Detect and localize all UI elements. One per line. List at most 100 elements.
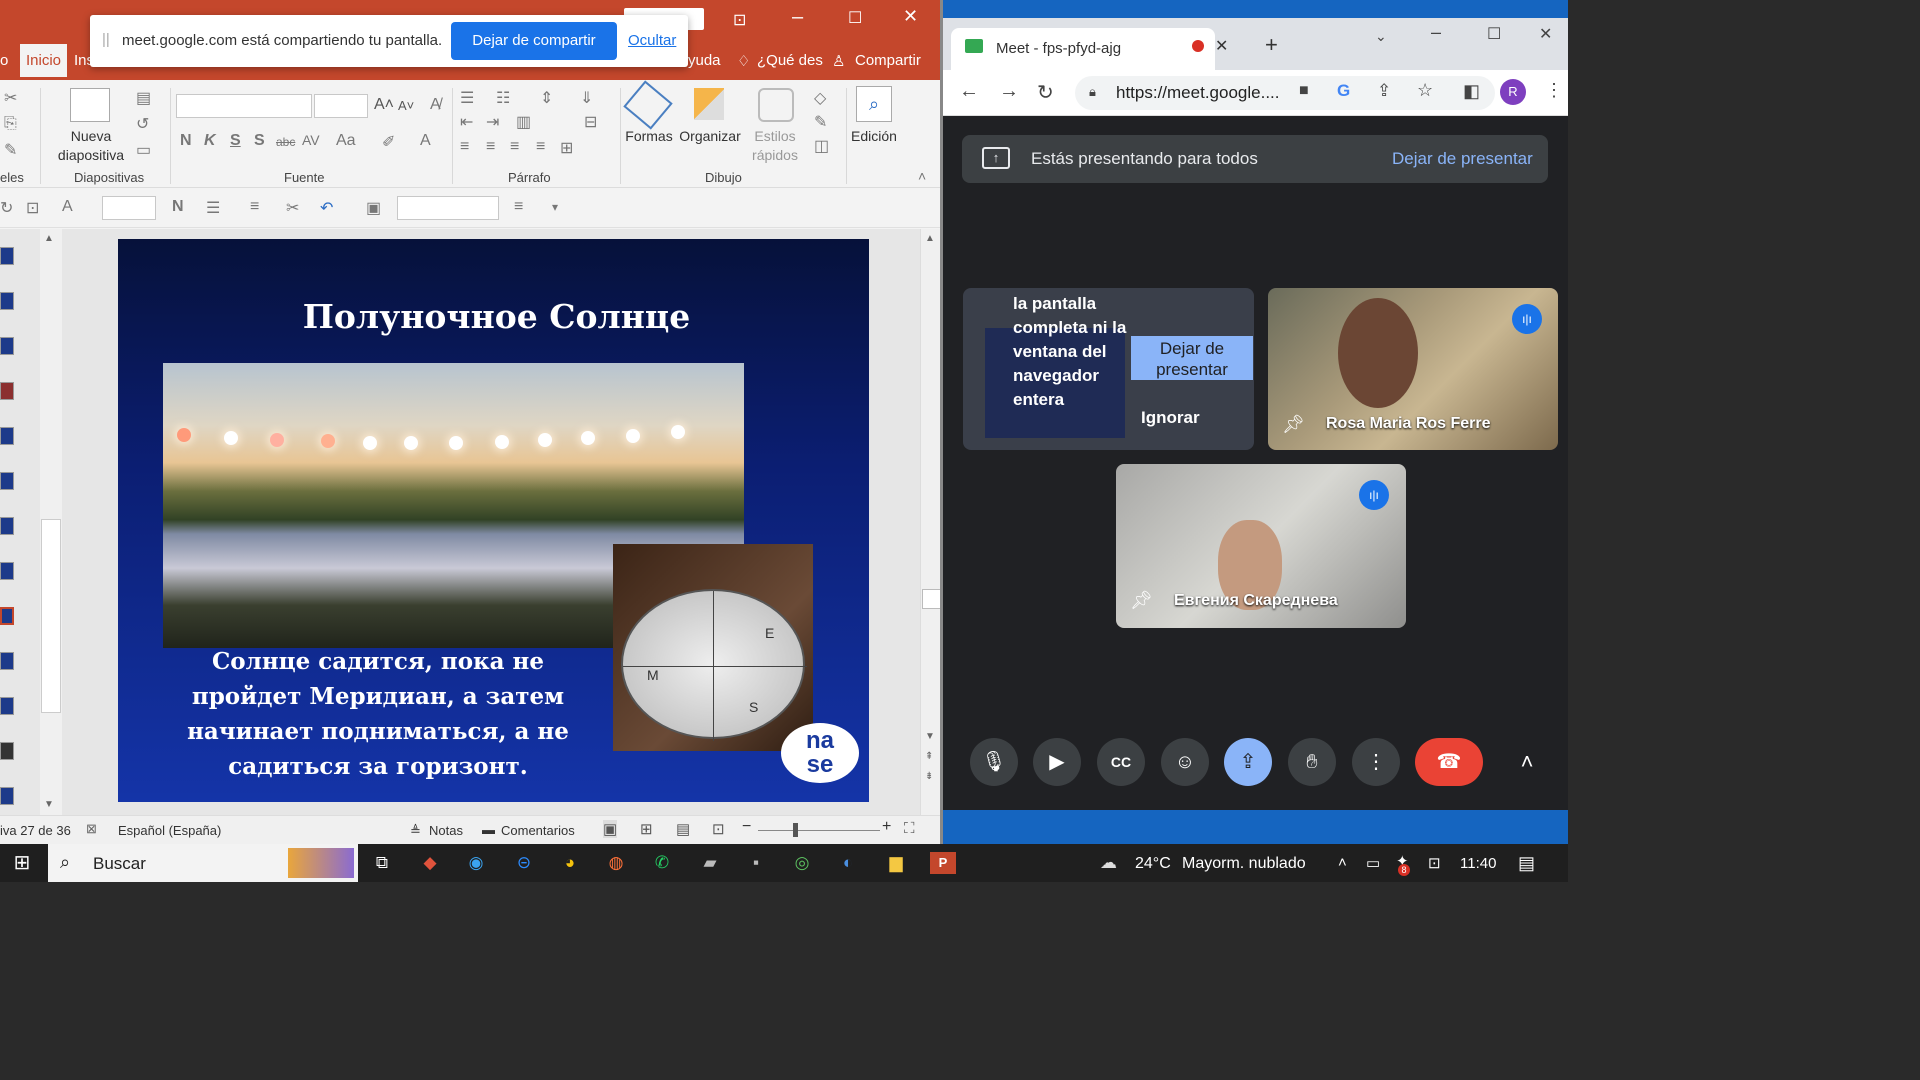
bookmark-star-icon[interactable]: ☆ xyxy=(1417,80,1433,101)
mini-cut-icon[interactable]: ✂ xyxy=(286,198,299,218)
fit-slide-icon[interactable]: ⛶ xyxy=(904,820,915,837)
forward-icon[interactable]: → xyxy=(999,80,1019,103)
close-tab-icon[interactable]: ✕ xyxy=(1215,36,1228,56)
app-icon[interactable]: ◆ xyxy=(418,852,442,874)
minimize-button[interactable]: – xyxy=(1431,22,1441,43)
expand-chevron-icon[interactable]: ˄ xyxy=(1503,738,1551,786)
network-icon[interactable]: ⊡ xyxy=(1428,854,1441,872)
tray-chevron-icon[interactable]: ˄ xyxy=(1338,854,1347,871)
url-text[interactable]: https://meet.google.... xyxy=(1116,83,1279,103)
italic-button[interactable]: K xyxy=(204,132,216,150)
new-slide-icon[interactable] xyxy=(70,88,110,122)
menu-dots-icon[interactable]: ⋮ xyxy=(1545,80,1563,101)
file-explorer-icon[interactable]: ▆ xyxy=(884,852,908,874)
scrollbar-thumb[interactable] xyxy=(922,589,941,609)
emoji-button[interactable]: ☺ xyxy=(1161,738,1209,786)
scroll-down-icon[interactable]: ▼ xyxy=(44,799,54,810)
zoom-slider[interactable] xyxy=(758,830,880,831)
comments-icon[interactable]: ▬ xyxy=(482,822,495,837)
new-slide-button[interactable]: Nueva diapositiva xyxy=(46,127,136,165)
language-label[interactable]: Español (España) xyxy=(118,823,221,838)
reload-icon[interactable]: ↻ xyxy=(1037,80,1054,105)
slide-thumbnail-selected[interactable] xyxy=(0,607,14,625)
close-button[interactable]: ✕ xyxy=(903,6,918,27)
task-view-icon[interactable]: ⧉ xyxy=(370,852,394,874)
powerpoint-taskbar-icon[interactable]: P xyxy=(930,852,956,874)
screen-share-tile[interactable]: la pantalla completa ni la ventana del n… xyxy=(963,288,1254,450)
camera-icon[interactable]: ■ xyxy=(1299,82,1309,100)
case-button[interactable]: Aa xyxy=(336,132,356,150)
section-icon[interactable]: ▭ xyxy=(136,140,151,160)
leave-call-button[interactable]: ☎︎ xyxy=(1415,738,1483,786)
camera-button[interactable]: ▶ xyxy=(1033,738,1081,786)
clock[interactable]: 11:40 xyxy=(1460,855,1496,872)
undo-icon[interactable]: ↶ xyxy=(320,198,333,218)
participant-tile[interactable]: ı|ı 📌︎ Евгения Скареднева xyxy=(1116,464,1406,628)
slide-thumbnail[interactable] xyxy=(0,292,14,310)
comments-button[interactable]: Comentarios xyxy=(501,823,575,838)
lock-icon[interactable]: 🔒︎ xyxy=(1089,84,1096,100)
microphone-button[interactable]: 🎙︎ xyxy=(970,738,1018,786)
app-icon[interactable]: ▪ xyxy=(744,852,768,874)
align-left-icon[interactable]: ≡ xyxy=(460,138,469,156)
scroll-up-icon[interactable]: ▲ xyxy=(44,233,54,244)
back-icon[interactable]: ← xyxy=(959,80,979,103)
accessibility-icon[interactable]: ⊠ xyxy=(86,821,97,837)
minimize-button[interactable]: – xyxy=(792,6,803,29)
shadow-button[interactable]: S xyxy=(254,132,265,150)
edge-icon[interactable]: ◉ xyxy=(464,852,488,874)
collapse-ribbon-icon[interactable]: ˄ xyxy=(918,168,926,184)
side-panel-icon[interactable]: ◧ xyxy=(1463,81,1480,102)
battery-icon[interactable]: ▭ xyxy=(1366,854,1380,872)
redo-icon[interactable]: ↻ xyxy=(0,198,13,218)
scroll-down-icon[interactable]: ▼ xyxy=(925,731,935,742)
pin-icon[interactable]: 📌︎ xyxy=(1130,590,1153,611)
slide-thumbnail[interactable] xyxy=(0,787,14,805)
columns-icon[interactable]: ▥ xyxy=(516,112,531,132)
shape-outline-icon[interactable]: ✎ xyxy=(814,112,827,132)
align-text-icon[interactable]: ⊟ xyxy=(584,112,597,132)
share-button[interactable]: Compartir xyxy=(855,52,921,69)
maximize-button[interactable]: ☐ xyxy=(848,8,862,28)
reset-icon[interactable]: ↺ xyxy=(136,114,149,134)
clear-format-icon[interactable]: A̸ xyxy=(430,96,441,114)
address-bar[interactable]: 🔒︎ https://meet.google.... ■ G ⇪ ☆ xyxy=(1075,76,1495,110)
slide-thumbnail[interactable] xyxy=(0,247,14,265)
tab-meet[interactable]: Meet - fps-pfyd-ajg ✕ xyxy=(951,28,1228,70)
strikethrough-button[interactable]: abc xyxy=(276,135,295,149)
indent-decrease-icon[interactable]: ⇤ xyxy=(460,112,473,132)
next-slide-icon[interactable]: ⇟ xyxy=(925,771,933,782)
mini-font-size-combo[interactable] xyxy=(102,196,156,220)
format-painter-icon[interactable]: ✎ xyxy=(4,140,17,160)
tell-me-box[interactable]: ¿Qué des xyxy=(757,52,823,69)
tab-help[interactable]: yuda xyxy=(688,52,721,69)
close-button[interactable]: ✕ xyxy=(1539,24,1552,44)
scroll-up-icon[interactable]: ▲ xyxy=(925,233,935,244)
shapes-button[interactable]: Formas xyxy=(624,127,674,146)
align-right-icon[interactable]: ≡ xyxy=(510,138,519,156)
pin-icon[interactable]: 📌︎ xyxy=(1282,414,1305,435)
whatsapp-icon[interactable]: ✆ xyxy=(650,852,674,874)
underline-button[interactable]: S xyxy=(230,132,241,150)
slide-thumbnail[interactable] xyxy=(0,427,14,445)
notes-button[interactable]: Notas xyxy=(429,823,463,838)
teamviewer-icon[interactable]: ⊝ xyxy=(512,852,536,874)
notification-center-icon[interactable]: ▤ xyxy=(1518,853,1535,874)
cut-icon[interactable]: ✂ xyxy=(4,88,17,108)
slide-thumbnail[interactable] xyxy=(0,382,14,400)
tab-file[interactable]: o xyxy=(0,52,8,69)
font-color-button[interactable]: A xyxy=(420,132,431,150)
zoom-slider-thumb[interactable] xyxy=(793,823,798,837)
text-direction-icon[interactable]: ⇓ xyxy=(580,88,593,108)
notes-icon[interactable]: ≜ xyxy=(410,823,421,839)
slide-thumbnail[interactable] xyxy=(0,742,14,760)
layout-icon[interactable]: ▤ xyxy=(136,88,151,108)
mini-justify-icon[interactable]: ≡ xyxy=(514,198,523,216)
zoom-out-icon[interactable]: − xyxy=(742,818,751,836)
customize-qat-icon[interactable]: ▾ xyxy=(552,200,558,214)
share-page-icon[interactable]: ⇪ xyxy=(1377,81,1391,101)
quick-styles-icon[interactable] xyxy=(758,88,794,122)
slide-scrollbar[interactable]: ▲ ▼ ⇞ ⇟ xyxy=(920,229,942,815)
copy-icon[interactable]: ⎘ xyxy=(4,115,17,133)
hide-banner-link[interactable]: Ocultar xyxy=(628,32,676,49)
